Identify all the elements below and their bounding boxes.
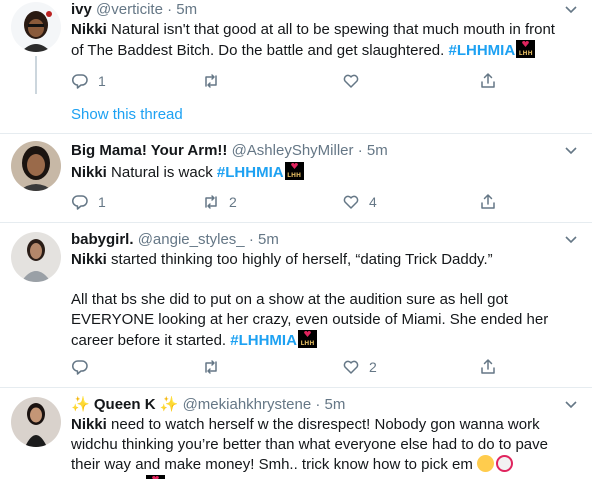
like-button[interactable]: 2 [342,356,377,378]
lhh-hashtag-emoji: LHH [516,40,536,58]
like-button[interactable]: 4 [342,191,377,213]
share-icon [481,73,495,88]
reply-count: 1 [98,194,106,210]
avatar[interactable] [11,232,61,282]
thread-connector [35,56,37,94]
reply-button[interactable]: 1 [71,70,106,92]
hashtag-link[interactable]: #LHHMIA [230,332,297,349]
tweet-actions: 1 [71,70,511,92]
user-handle[interactable]: @angie_styles_ [138,231,245,248]
reply-icon [72,195,88,210]
separator: · [357,142,363,159]
tweet-big-mama[interactable]: Big Mama! Your Arm!! @AshleyShyMiller · … [0,141,592,219]
tweet-header: ✨ Queen K ✨ @mekiahkhrystene · 5m [71,395,550,415]
chevron-down-icon[interactable] [562,0,580,18]
like-count: 4 [369,194,377,210]
tweet-header: babygirl. @angie_styles_ · 5m [71,230,550,250]
user-handle[interactable]: @AshleyShyMiller [232,142,354,159]
display-name[interactable]: ivy [71,1,92,18]
timestamp[interactable]: 5m [367,142,388,159]
user-handle[interactable]: @mekiahkhrystene [183,396,312,413]
display-name[interactable]: babygirl. [71,231,134,248]
mention[interactable]: Nikki [71,164,107,181]
like-icon [343,74,359,88]
reply-icon [72,74,88,89]
mention[interactable]: Nikki [71,251,107,268]
tweet-header: Big Mama! Your Arm!! @AshleyShyMiller · … [71,141,550,161]
user-handle[interactable]: @verticite [96,1,163,18]
show-thread-link[interactable]: Show this thread [71,105,183,125]
like-button[interactable] [342,70,369,92]
retweet-icon [205,360,217,374]
lhh-hashtag-emoji: LHH [284,162,304,180]
tweet-header: ivy @verticite · 5m [71,0,550,20]
tweet-ivy[interactable]: ivy @verticite · 5m Nikki Natural isn't … [0,0,592,124]
lhh-hashtag-emoji: LHH [146,475,165,479]
divider [0,222,592,223]
sparkles-emoji: ✨ [71,396,90,413]
like-count: 2 [369,359,377,375]
reply-icon [72,360,88,375]
avatar[interactable] [11,141,61,191]
chevron-down-icon[interactable] [562,230,580,248]
timeline-feed: ivy @verticite · 5m Nikki Natural isn't … [0,0,592,479]
reply-button[interactable] [71,356,98,378]
separator: · [167,1,173,18]
tweet-babygirl[interactable]: babygirl. @angie_styles_ · 5m Nikki star… [0,230,592,380]
tweet-text: Nikki Natural is wack #LHHMIA LHH [71,162,580,183]
share-icon [481,194,495,209]
hashtag-link[interactable]: #LHHMIA [448,42,515,59]
mention[interactable]: Nikki [71,416,107,433]
timestamp[interactable]: 5m [258,231,279,248]
tweet-text: Nikki started thinking too highly of her… [71,251,549,349]
separator: · [248,231,254,248]
timestamp[interactable]: 5m [176,1,197,18]
share-button[interactable] [479,70,497,92]
like-icon [343,195,359,209]
sparkles-emoji: ✨ [159,396,179,413]
retweet-button[interactable]: 2 [202,191,237,213]
lhh-hashtag-emoji: LHH [297,330,317,348]
tweet-actions: 1 2 4 [71,191,511,213]
chevron-down-icon[interactable] [562,395,580,413]
reply-count: 1 [98,73,106,89]
retweet-count: 2 [229,194,237,210]
divider [0,133,592,134]
tweet-text: Nikki Natural isn't that good at all to … [71,21,555,59]
share-button[interactable] [479,356,497,378]
timestamp[interactable]: 5m [325,396,346,413]
retweet-icon [205,195,217,209]
separator: · [315,396,321,413]
hashtag-link[interactable]: #LHHMIA [217,164,284,181]
retweet-icon [205,74,217,88]
rolling-eyes-emoji [477,455,494,472]
chevron-down-icon[interactable] [562,141,580,159]
tweet-queen-k[interactable]: ✨ Queen K ✨ @mekiahkhrystene · 5m Nikki … [0,395,592,479]
retweet-button[interactable] [202,356,229,378]
like-icon [343,360,359,374]
display-name[interactable]: Big Mama! Your Arm!! [71,142,227,159]
share-button[interactable] [479,191,497,213]
clown-emoji [496,455,513,472]
share-icon [481,359,495,374]
retweet-button[interactable] [202,70,229,92]
reply-button[interactable]: 1 [71,191,106,213]
tweet-actions: 2 [71,356,511,378]
divider [0,387,592,388]
mention[interactable]: Nikki [71,21,107,38]
tweet-text: Nikki need to watch herself w the disres… [71,415,580,479]
display-name[interactable]: ✨ Queen K ✨ [71,396,178,413]
avatar[interactable] [11,2,61,52]
avatar[interactable] [11,397,61,447]
